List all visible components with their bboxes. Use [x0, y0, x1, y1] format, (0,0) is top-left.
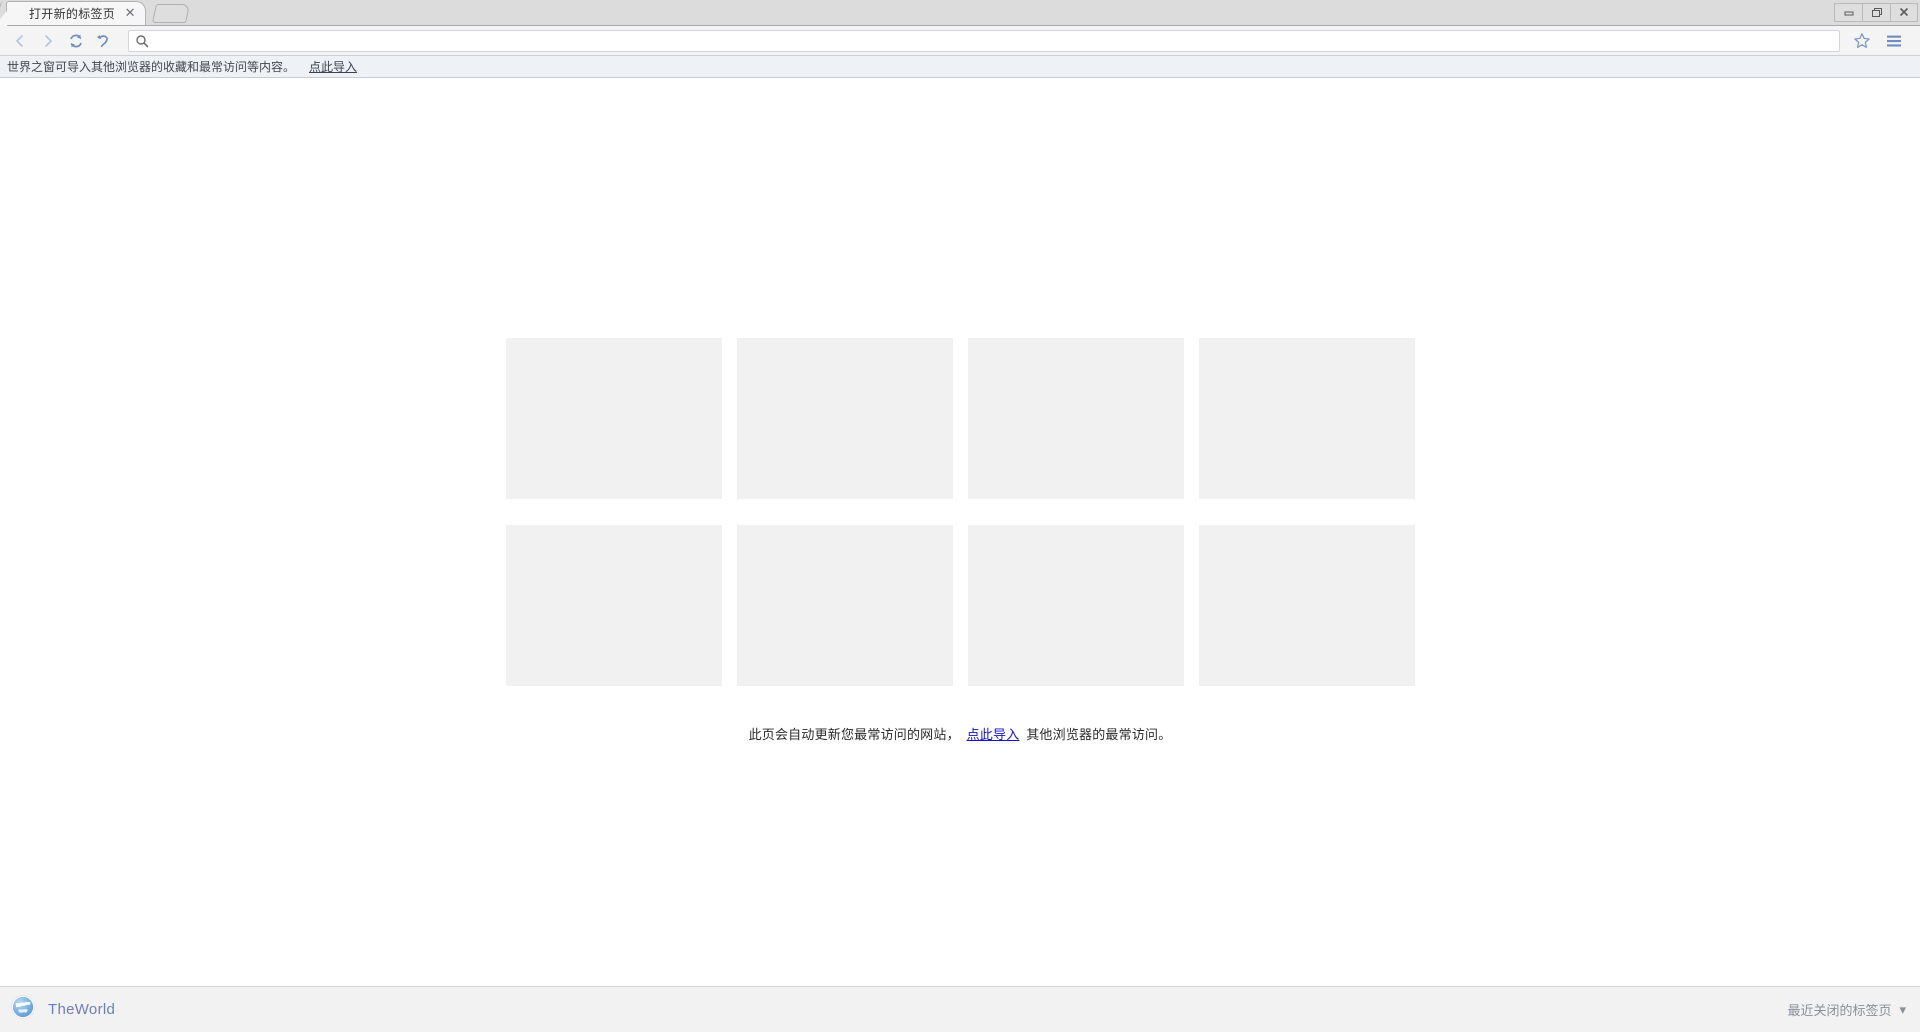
most-visited-hint: 此页会自动更新您最常访问的网站， 点此导入 其他浏览器的最常访问。 — [749, 724, 1172, 743]
most-visited-grid — [505, 338, 1415, 686]
globe-icon — [10, 994, 36, 1025]
hint-text-before: 此页会自动更新您最常访问的网站， — [748, 727, 960, 742]
restore-icon — [1871, 8, 1882, 17]
thumbnail-tile[interactable] — [505, 525, 722, 686]
thumbnail-tile[interactable] — [967, 525, 1184, 686]
recently-closed-tabs-button[interactable]: 最近关闭的标签页 ▾ — [1787, 1000, 1906, 1019]
tab-strip: 打开新的标签页 ✕ — [0, 0, 1920, 26]
forward-arrow-icon — [45, 34, 52, 47]
import-notification-bar: 世界之窗可导入其他浏览器的收藏和最常访问等内容。 点此导入 — [0, 56, 1920, 78]
hint-text-after: 其他浏览器的最常访问。 — [1026, 727, 1172, 742]
brand-label: TheWorld — [48, 1001, 116, 1018]
browser-window: 打开新的标签页 ✕ 世界之窗可导入其他浏览器的收藏和最常访问等内容。 点此导入 … — [0, 0, 1920, 1032]
back-arrow-icon — [16, 34, 23, 47]
toolbar-right-actions — [1848, 28, 1914, 54]
bookmark-button[interactable] — [1848, 28, 1876, 54]
minimize-button[interactable] — [1834, 2, 1862, 22]
close-icon[interactable]: ✕ — [123, 7, 137, 21]
chevron-down-icon: ▾ — [1899, 1001, 1906, 1017]
star-icon — [1854, 32, 1870, 48]
hamburger-menu-icon — [1887, 35, 1901, 46]
back-button[interactable] — [6, 28, 34, 54]
search-icon — [135, 34, 149, 48]
thumbnail-tile[interactable] — [967, 338, 1184, 499]
thumbnail-tile[interactable] — [736, 338, 953, 499]
thumbnail-tile[interactable] — [1198, 338, 1415, 499]
undo-icon — [96, 34, 108, 47]
status-bar: TheWorld 最近关闭的标签页 ▾ — [0, 986, 1920, 1032]
reload-button[interactable] — [62, 28, 90, 54]
restore-button[interactable] — [1862, 2, 1890, 22]
undo-button[interactable] — [90, 28, 118, 54]
thumbnail-tile[interactable] — [736, 525, 953, 686]
brand-button[interactable]: TheWorld — [10, 994, 115, 1025]
address-input[interactable] — [155, 33, 1833, 48]
browser-toolbar — [0, 26, 1920, 56]
hint-import-link[interactable]: 点此导入 — [967, 727, 1020, 742]
notification-text: 世界之窗可导入其他浏览器的收藏和最常访问等内容。 — [7, 60, 296, 74]
thumbnail-tile[interactable] — [1198, 525, 1415, 686]
forward-button[interactable] — [34, 28, 62, 54]
new-tab-page: 此页会自动更新您最常访问的网站， 点此导入 其他浏览器的最常访问。 — [0, 78, 1920, 986]
minimize-icon — [1844, 11, 1853, 16]
tab-new-tab-page[interactable]: 打开新的标签页 ✕ — [6, 1, 147, 25]
reload-icon — [70, 34, 82, 47]
tab-title: 打开新的标签页 — [29, 7, 116, 21]
address-bar[interactable] — [128, 29, 1840, 52]
close-button[interactable] — [1890, 2, 1918, 22]
menu-button[interactable] — [1880, 28, 1908, 54]
thumbnail-tile[interactable] — [505, 338, 722, 499]
recently-closed-label: 最近关闭的标签页 — [1787, 1003, 1892, 1018]
new-tab-button[interactable] — [152, 4, 191, 23]
close-icon — [1899, 7, 1909, 17]
notification-import-link[interactable]: 点此导入 — [309, 58, 357, 75]
window-controls — [1834, 1, 1918, 23]
